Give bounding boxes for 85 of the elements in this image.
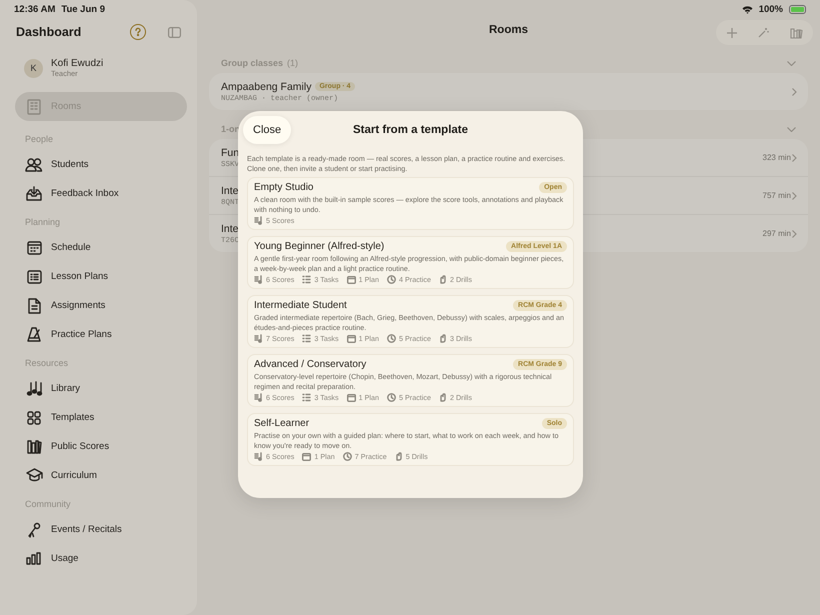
calendar-icon <box>346 276 356 284</box>
hand-icon <box>394 452 403 461</box>
calendar-icon <box>346 334 356 342</box>
sidebar-item[interactable]: Templates <box>0 403 197 432</box>
section-heading: Group classes <box>221 58 284 68</box>
sidebar-item[interactable]: Feedback Inbox <box>0 179 197 208</box>
sidebar-item[interactable]: Curriculum <box>0 461 197 490</box>
room-name[interactable]: Inte <box>221 184 239 196</box>
user-name: Kofi Ewudzi <box>51 58 104 69</box>
sidebar-item[interactable]: Usage <box>0 544 197 573</box>
clock-icon <box>342 452 352 461</box>
sidebar-toggle-icon[interactable] <box>168 26 181 38</box>
room-minutes: 323 min <box>762 153 791 162</box>
hand-icon <box>438 275 447 284</box>
room-name[interactable]: Ampaabeng Family <box>221 80 312 92</box>
score-sheet-icon <box>254 216 263 225</box>
chevron-right-icon <box>792 154 797 162</box>
sidebar-item[interactable]: Library <box>0 374 197 403</box>
checklist-icon <box>302 393 312 402</box>
checklist-icon <box>302 334 312 343</box>
template-name: Intermediate Student <box>254 300 347 311</box>
sidebar-item[interactable]: Practice Plans <box>0 320 197 349</box>
chevron-right-icon <box>792 230 797 238</box>
books-icon[interactable] <box>790 26 802 38</box>
chevron-down-icon[interactable] <box>787 126 796 132</box>
status-time: 12:36 AM <box>14 4 56 14</box>
room-minutes: 297 min <box>762 229 791 238</box>
score-sheet-icon <box>254 393 263 402</box>
page-title: Rooms <box>489 24 528 36</box>
sidebar-item[interactable]: Lesson Plans <box>0 262 197 291</box>
close-button[interactable]: Close <box>243 116 292 144</box>
inbox-tray-icon <box>26 186 42 201</box>
sidebar-title: Dashboard <box>16 25 82 39</box>
template-name: Self-Learner <box>254 418 310 429</box>
template-card[interactable] <box>247 354 574 407</box>
score-sheet-icon <box>254 275 263 284</box>
section-heading: People <box>24 133 54 146</box>
battery-icon <box>789 4 806 14</box>
sidebar-item[interactable]: Schedule <box>0 233 197 262</box>
checklist-icon <box>302 275 312 284</box>
music-notes-icon <box>26 381 42 396</box>
list-icon <box>26 270 42 284</box>
section-heading: Resources <box>24 357 70 370</box>
magic-wand-icon[interactable] <box>758 27 768 38</box>
metronome-icon <box>26 327 42 342</box>
graduation-cap-icon <box>26 468 42 484</box>
hand-icon <box>438 393 447 402</box>
template-card[interactable] <box>247 295 574 348</box>
plus-icon[interactable] <box>726 28 736 38</box>
template-card[interactable] <box>247 236 574 289</box>
status-date: Tue Jun 9 <box>61 4 105 14</box>
students-icon <box>25 158 43 172</box>
hand-icon <box>438 334 447 343</box>
chevron-right-icon <box>792 192 797 200</box>
sidebar-item[interactable]: Assignments <box>0 291 197 320</box>
sidebar-item[interactable]: Students <box>0 150 197 179</box>
help-icon[interactable] <box>130 24 146 40</box>
books-icon <box>26 439 42 454</box>
section-count: (1) <box>287 58 298 68</box>
calendar-icon <box>346 394 356 402</box>
clock-icon <box>387 393 396 402</box>
chevron-down-icon[interactable] <box>787 60 796 66</box>
calendar-icon <box>26 240 42 254</box>
battery-percent: 100% <box>758 4 783 14</box>
calendar-icon <box>302 452 312 460</box>
section-heading: Planning <box>24 216 62 229</box>
room-name[interactable]: Inte <box>221 222 239 234</box>
template-name: Empty Studio <box>254 182 314 193</box>
section-heading: Community <box>24 498 72 511</box>
clock-icon <box>387 275 396 284</box>
grid-icon <box>27 410 41 424</box>
chevron-right-icon <box>792 88 797 96</box>
room-minutes: 757 min <box>762 191 791 200</box>
document-icon <box>28 298 40 314</box>
template-name: Advanced / Conservatory <box>254 359 366 370</box>
bar-chart-icon <box>26 552 42 565</box>
sidebar-item[interactable]: Events / Recitals <box>0 515 197 544</box>
template-name: Young Beginner (Alfred-style) <box>254 241 384 252</box>
wifi-icon <box>742 4 753 14</box>
sidebar-item[interactable]: Public Scores <box>0 432 197 461</box>
clock-icon <box>387 334 396 343</box>
sheet-title: Start from a template <box>352 124 468 136</box>
score-sheet-icon <box>254 452 263 461</box>
score-sheet-icon <box>254 334 263 343</box>
building-icon <box>27 98 41 114</box>
